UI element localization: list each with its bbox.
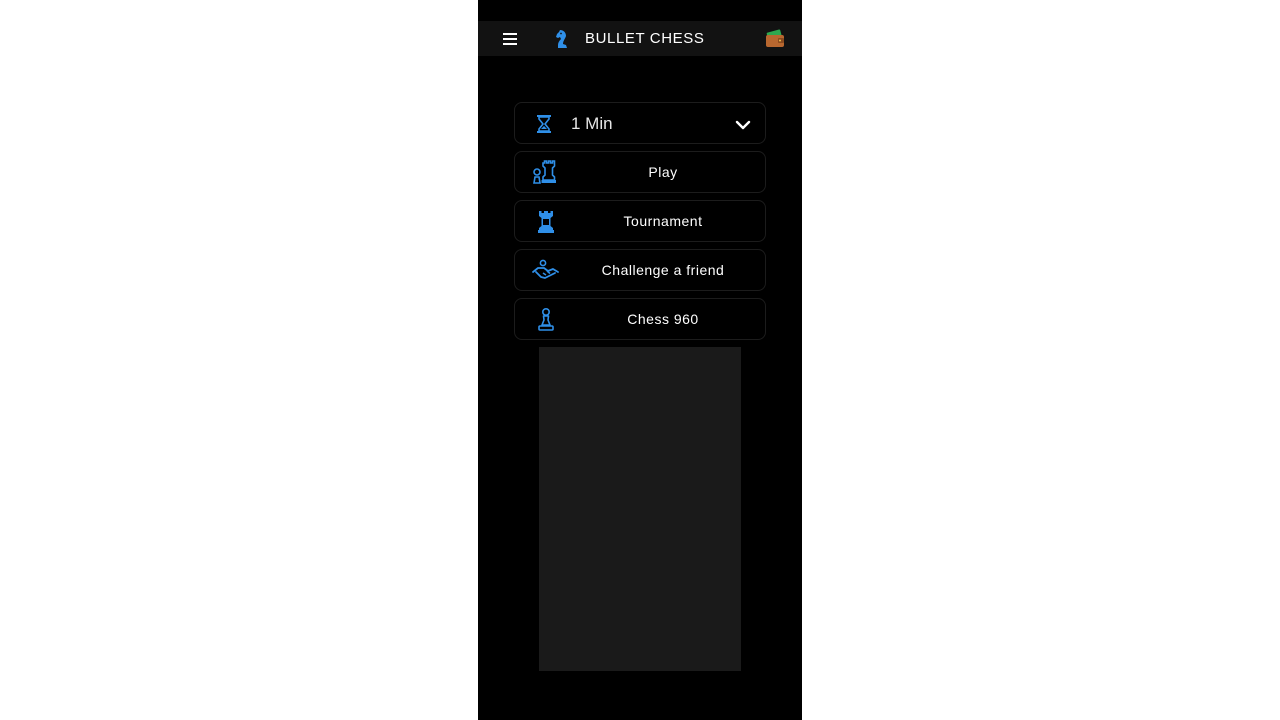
pawn-icon: [531, 307, 561, 333]
chess-960-button[interactable]: Chess 960: [514, 298, 766, 340]
knight-icon: [554, 28, 570, 50]
handshake-icon: [531, 258, 561, 284]
phone-screen: BULLET CHESS 1 Min Play Tournament Chall…: [478, 0, 802, 720]
app-title: BULLET CHESS: [585, 30, 705, 47]
challenge-friend-button[interactable]: Challenge a friend: [514, 249, 766, 291]
ad-placeholder: [539, 347, 741, 671]
status-bar: [478, 0, 802, 21]
hourglass-icon: [535, 114, 553, 134]
tournament-button[interactable]: Tournament: [514, 200, 766, 242]
chess-pieces-icon: [531, 160, 561, 186]
time-control-dropdown[interactable]: 1 Min: [514, 102, 766, 144]
challenge-friend-label: Challenge a friend: [601, 262, 725, 278]
play-button[interactable]: Play: [514, 151, 766, 193]
wallet-icon[interactable]: [764, 27, 786, 49]
chevron-down-icon: [735, 118, 751, 132]
app-bar: BULLET CHESS: [478, 21, 802, 56]
chess-960-label: Chess 960: [627, 311, 699, 327]
rook-icon: [531, 209, 561, 235]
play-label: Play: [648, 164, 678, 180]
time-control-value: 1 Min: [571, 114, 613, 133]
tournament-label: Tournament: [623, 213, 703, 229]
hamburger-menu-icon[interactable]: [500, 29, 520, 49]
